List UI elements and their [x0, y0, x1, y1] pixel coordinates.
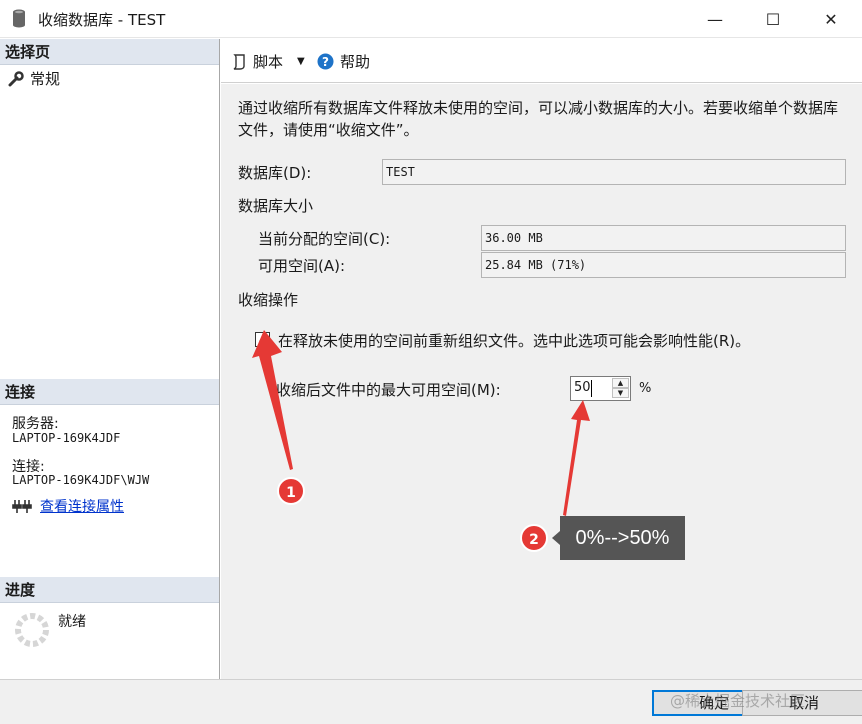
page-item-label: 常规 — [30, 70, 61, 88]
db-size-heading: 数据库大小 — [238, 197, 314, 215]
script-button[interactable]: 脚本 ▼ — [231, 51, 305, 72]
current-alloc-field: 36.00 MB — [481, 225, 846, 251]
percent-unit: % — [639, 381, 652, 396]
annotation-badge-2: 2 — [520, 524, 548, 552]
max-free-stepper[interactable]: 50 ▲ ▼ — [570, 376, 631, 401]
connection-value: LAPTOP-169K4JDF\WJW — [12, 473, 150, 487]
maximize-button[interactable]: ☐ — [744, 0, 802, 38]
minimize-button[interactable]: — — [686, 0, 744, 38]
toolbar: 脚本 ▼ ? 帮助 — [221, 39, 862, 83]
script-icon — [233, 53, 245, 70]
callout-tail — [552, 531, 560, 545]
left-pane: 选择页 常规 连接 服务器: LAPTOP-169K4JDF 连接: LAPTO… — [0, 39, 220, 679]
help-label: 帮助 — [340, 53, 371, 71]
svg-text:?: ? — [322, 55, 329, 69]
database-field: TEST — [382, 159, 846, 185]
max-free-label: 收缩后文件中的最大可用空间(M): — [276, 381, 501, 399]
free-space-field: 25.84 MB (71%) — [481, 252, 846, 278]
free-space-label: 可用空间(A): — [258, 257, 346, 275]
content-area: 通过收缩所有数据库文件释放未使用的空间，可以减小数据库的大小。若要收缩单个数据库… — [221, 84, 862, 679]
chevron-down-icon[interactable]: ▼ — [297, 56, 305, 67]
reorganize-label[interactable]: 在释放未使用的空间前重新组织文件。选中此选项可能会影响性能(R)。 — [278, 330, 750, 351]
script-label: 脚本 — [253, 53, 284, 71]
current-alloc-label: 当前分配的空间(C): — [258, 230, 391, 248]
connection-header: 连接 — [0, 379, 219, 405]
select-page-header: 选择页 — [0, 39, 219, 65]
connection-plug-icon — [12, 500, 32, 513]
description-text: 通过收缩所有数据库文件释放未使用的空间，可以减小数据库的大小。若要收缩单个数据库… — [238, 99, 839, 139]
database-label: 数据库(D): — [238, 164, 312, 182]
shrink-heading: 收缩操作 — [238, 291, 299, 309]
view-connection-properties[interactable]: 查看连接属性 — [12, 496, 124, 516]
server-value: LAPTOP-169K4JDF — [12, 431, 121, 445]
progress-status: 就绪 — [58, 614, 86, 630]
help-icon: ? — [317, 53, 334, 70]
page-item-general[interactable]: 常规 — [8, 68, 60, 89]
close-button[interactable]: ✕ — [802, 0, 860, 38]
checkmark-icon: ✓ — [257, 332, 268, 347]
title-bar: 收缩数据库 - TEST — ☐ ✕ — [0, 0, 862, 38]
database-icon — [13, 9, 25, 28]
view-properties-link[interactable]: 查看连接属性 — [40, 496, 124, 516]
annotation-callout: 0%-->50% — [560, 516, 685, 560]
stepper-down-icon[interactable]: ▼ — [612, 388, 629, 398]
stepper-up-icon[interactable]: ▲ — [612, 378, 629, 388]
watermark: @稀土掘金技术社区 — [670, 692, 806, 710]
progress-spinner-icon — [15, 613, 49, 647]
progress-header: 进度 — [0, 577, 219, 603]
text-caret — [591, 380, 592, 397]
annotation-badge-1: 1 — [277, 477, 305, 505]
help-button[interactable]: ? 帮助 — [317, 51, 370, 72]
reorganize-checkbox[interactable]: ✓ — [255, 332, 270, 347]
window-title: 收缩数据库 - TEST — [38, 11, 166, 29]
server-label: 服务器: — [12, 416, 59, 432]
max-free-value[interactable]: 50 — [574, 380, 591, 395]
wrench-icon — [8, 70, 24, 86]
